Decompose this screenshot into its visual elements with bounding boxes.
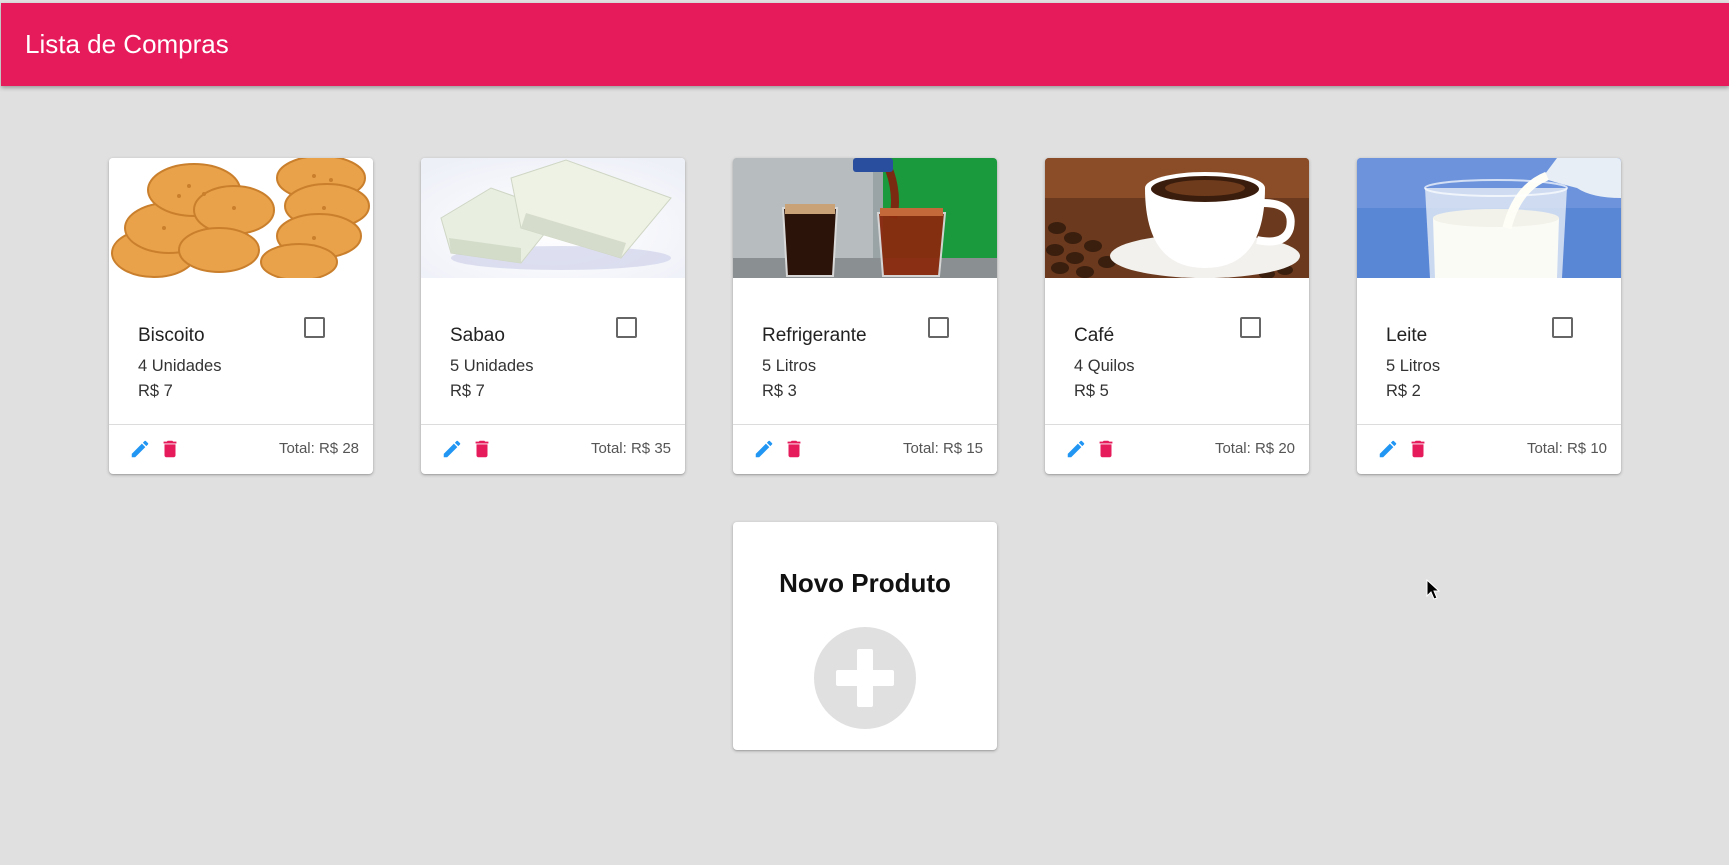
product-total: Total: R$ 15 [902,440,983,457]
edit-button[interactable] [129,438,151,460]
product-card-biscoito: Biscoito 4 Unidades R$ 7 Total: R$ 28 [109,158,373,474]
product-card-leite: Leite 5 Litros R$ 2 Total: R$ 10 [1357,158,1621,474]
pencil-icon [1379,440,1397,458]
product-name: Biscoito [138,325,205,346]
trash-icon [1411,440,1425,458]
trash-icon [1099,440,1113,458]
product-total: Total: R$ 28 [278,440,359,457]
purchased-checkbox[interactable] [616,317,637,338]
product-name: Leite [1386,325,1428,346]
pencil-icon [1067,440,1085,458]
product-card-sabao: Sabao 5 Unidades R$ 7 Total: R$ 35 [421,158,685,474]
plus-icon [836,649,894,707]
delete-button[interactable] [1095,438,1117,460]
purchased-checkbox[interactable] [1552,317,1573,338]
product-image-soda-glasses [733,158,997,278]
delete-button[interactable] [783,438,805,460]
purchased-checkbox[interactable] [1240,317,1261,338]
add-product-button[interactable] [814,627,916,729]
product-name: Refrigerante [762,325,867,346]
app-title: Lista de Compras [25,29,229,59]
edit-button[interactable] [1065,438,1087,460]
product-name: Sabao [450,325,505,346]
app-bar: Lista de Compras [1,3,1729,86]
edit-button[interactable] [753,438,775,460]
purchased-checkbox[interactable] [304,317,325,338]
delete-button[interactable] [159,438,181,460]
product-quantity: 4 Unidades [138,357,222,375]
product-quantity: 5 Unidades [450,357,534,375]
edit-button[interactable] [441,438,463,460]
product-name: Café [1074,325,1115,346]
product-price: R$ 7 [450,382,485,400]
delete-button[interactable] [1407,438,1429,460]
product-image-soap-bars [421,158,685,278]
product-total: Total: R$ 35 [590,440,671,457]
card-divider [1045,424,1309,425]
card-divider [733,424,997,425]
product-total: Total: R$ 10 [1526,440,1607,457]
trash-icon [475,440,489,458]
card-divider [109,424,373,425]
product-total: Total: R$ 20 [1214,440,1295,457]
new-product-title: Novo Produto [779,568,951,598]
product-price: R$ 2 [1386,382,1421,400]
mouse-pointer-icon [1426,579,1440,600]
product-quantity: 5 Litros [762,357,817,375]
product-price: R$ 5 [1074,382,1109,400]
new-product-card[interactable]: Novo Produto [733,522,997,750]
product-quantity: 4 Quilos [1074,357,1135,375]
trash-icon [163,440,177,458]
card-divider [421,424,685,425]
purchased-checkbox[interactable] [928,317,949,338]
card-divider [1357,424,1621,425]
product-price: R$ 3 [762,382,797,400]
product-card-cafe: Café 4 Quilos R$ 5 Total: R$ 20 [1045,158,1309,474]
pencil-icon [755,440,773,458]
delete-button[interactable] [471,438,493,460]
product-price: R$ 7 [138,382,173,400]
product-card-refrigerante: Refrigerante 5 Litros R$ 3 Total: R$ 15 [733,158,997,474]
trash-icon [787,440,801,458]
product-image-crackers [109,158,373,278]
product-quantity: 5 Litros [1386,357,1441,375]
product-image-coffee-cup [1045,158,1309,278]
edit-button[interactable] [1377,438,1399,460]
pencil-icon [131,440,149,458]
pencil-icon [443,440,461,458]
product-image-milk-glass [1357,158,1621,278]
